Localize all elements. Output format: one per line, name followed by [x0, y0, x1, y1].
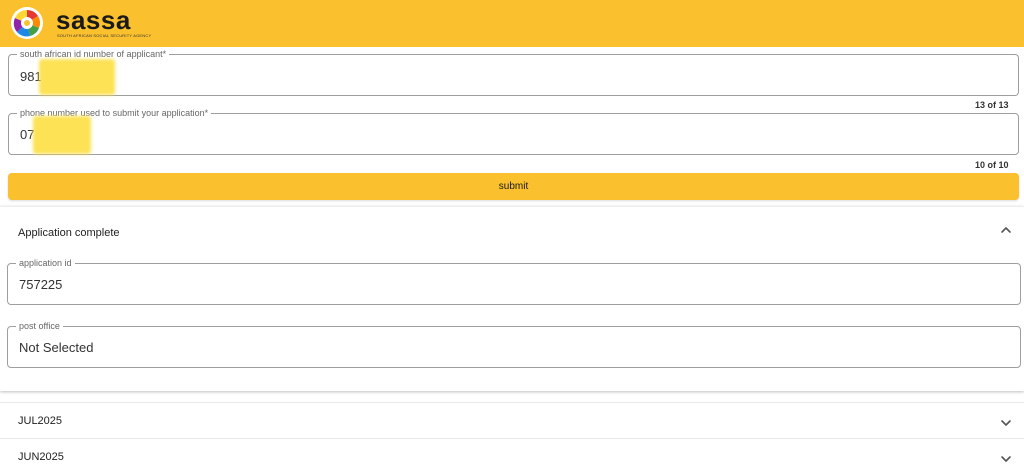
app-header: sassa SOUTH AFRICAN SOCIAL SECURITY AGEN… — [0, 0, 1024, 47]
phone-number-counter: 10 of 10 — [975, 160, 1009, 170]
panel-title[interactable]: Application complete — [18, 227, 120, 239]
month-label: JUN2025 — [18, 451, 64, 463]
brand-subtitle: SOUTH AFRICAN SOCIAL SECURITY AGENCY — [57, 33, 152, 38]
post-office-value: Not Selected — [19, 340, 94, 355]
chevron-down-icon[interactable] — [999, 416, 1013, 430]
redaction-mark — [39, 59, 115, 95]
application-id-label: application id — [16, 257, 75, 269]
month-row-jun2025[interactable]: JUN2025 — [0, 438, 1024, 474]
id-number-counter: 13 of 13 — [975, 100, 1009, 110]
month-label: JUL2025 — [18, 415, 63, 427]
sassa-logo-icon — [11, 7, 43, 39]
post-office-field[interactable]: post office Not Selected — [7, 320, 1021, 368]
application-complete-panel: Application complete application id 7572… — [0, 206, 1024, 391]
redaction-mark — [33, 116, 91, 154]
submit-button[interactable]: submit — [8, 173, 1019, 200]
application-id-value: 757225 — [19, 277, 63, 292]
brand-name: sassa — [56, 5, 131, 35]
phone-number-field[interactable]: phone number used to submit your applica… — [8, 107, 1019, 155]
chevron-down-icon[interactable] — [999, 452, 1013, 466]
application-id-field: application id 757225 — [7, 257, 1021, 305]
post-office-label: post office — [16, 320, 63, 332]
chevron-up-icon[interactable] — [999, 223, 1013, 237]
month-row-jul2025[interactable]: JUL2025 — [0, 402, 1024, 438]
id-number-field[interactable]: south african id number of applicant* 98… — [8, 48, 1019, 96]
